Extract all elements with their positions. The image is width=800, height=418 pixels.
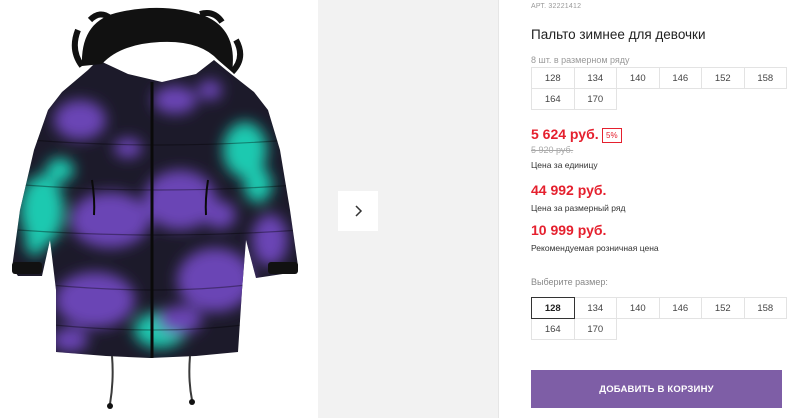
product-sku: АРТ. 32221412 [531,3,582,10]
pack-size-cell: 140 [616,67,660,89]
pack-size-cell: 146 [658,67,702,89]
pack-size-cell: 164 [531,88,575,110]
chevron-right-icon [355,205,363,217]
retail-price: 10 999 руб. [531,222,607,238]
pack-size-cell: 158 [743,67,787,89]
size-option-158[interactable]: 158 [743,297,787,319]
pack-price: 44 992 руб. [531,182,607,198]
size-option-134[interactable]: 134 [573,297,617,319]
product-image[interactable] [0,0,318,418]
pack-size-cell: 152 [701,67,745,89]
pack-price-caption: Цена за размерный ряд [531,203,626,213]
old-price: 5 920 руб. [531,145,574,155]
next-image-button[interactable] [338,191,378,231]
pack-size-cell: 170 [573,88,617,110]
current-price: 5 624 руб. [531,126,599,142]
size-select-label: Выберите размер: [531,277,608,287]
pack-size-grid: 128 134 140 146 152 158 164 170 [531,67,787,110]
pack-size-cell: 128 [531,67,575,89]
drawstrings [109,355,193,405]
add-to-cart-button[interactable]: ДОБАВИТЬ В КОРЗИНУ [531,370,782,408]
unit-price-caption: Цена за единицу [531,160,598,170]
divider [498,0,499,418]
product-title: Пальто зимнее для девочки [531,27,706,42]
size-option-152[interactable]: 152 [701,297,745,319]
pack-note: 8 шт. в размерном ряду [531,55,630,65]
coat-image [12,7,298,409]
retail-price-caption: Рекомендуемая розничная цена [531,243,659,253]
size-option-140[interactable]: 140 [616,297,660,319]
size-option-164[interactable]: 164 [531,318,575,340]
discount-badge: 5% [602,128,622,143]
size-option-146[interactable]: 146 [658,297,702,319]
size-selector: 128 134 140 146 152 158 164 170 [531,297,787,340]
size-option-128[interactable]: 128 [531,297,575,319]
size-option-170[interactable]: 170 [573,318,617,340]
pack-size-cell: 134 [573,67,617,89]
